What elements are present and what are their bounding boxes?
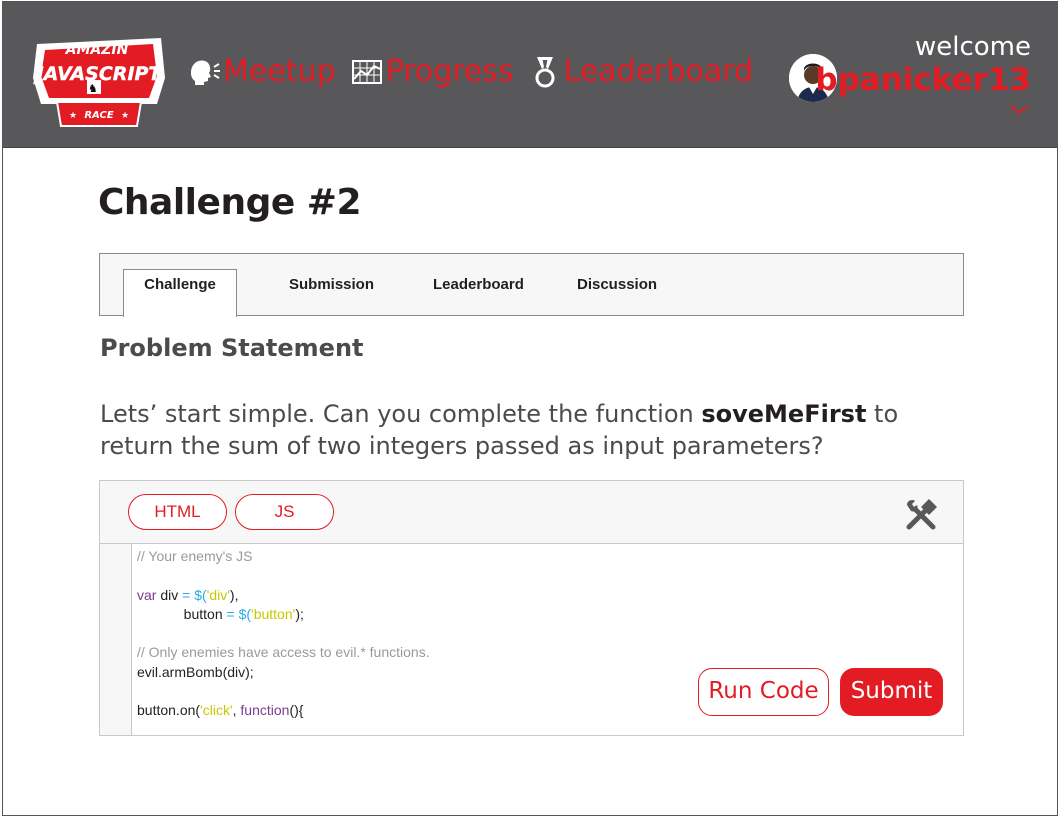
code-comment: // Only enemies have access to evil.* fu… [137,644,430,661]
nav-leaderboard-label: Leaderboard [563,54,754,89]
code-line: evil.armBomb(div); [137,663,254,680]
chart-icon [351,59,382,84]
nav-meetup-label: Meetup [223,54,336,89]
welcome-text: welcome [914,32,1031,62]
username[interactable]: bpanicker13 [815,62,1031,98]
svg-text:★: ★ [121,110,129,120]
tab-submission[interactable]: Submission [289,276,374,293]
medal-icon [535,56,555,87]
editor-toolbar: HTML JS [100,481,963,544]
top-header: AMAZIN JAVASCRIPT RACE ★ ★ ♞ Meetup Prog… [3,2,1057,148]
problem-statement-text: Lets’ start simple. Can you complete the… [100,398,960,462]
problem-text-before: Lets’ start simple. Can you complete the… [100,400,702,428]
user-block: welcome bpanicker13 [815,32,1031,98]
js-tab-button[interactable]: JS [235,494,334,530]
challenge-tabs: Challenge Submission Leaderboard Discuss… [99,253,964,317]
problem-statement-heading: Problem Statement [100,334,364,362]
code-comment: // Your enemy's JS [137,548,253,564]
amazin-javascript-race-logo[interactable]: AMAZIN JAVASCRIPT RACE ★ ★ ♞ [29,32,169,130]
tab-discussion[interactable]: Discussion [577,276,657,293]
logo-line3: RACE [84,110,113,121]
code-area[interactable]: // Your enemy's JS var div = $('div'), b… [137,547,430,721]
code-line: button.on('click', function(){ [137,702,304,719]
function-name: soveMeFirst [701,400,867,428]
nav-meetup[interactable]: Meetup [187,54,336,89]
tab-challenge[interactable]: Challenge [123,269,237,317]
speaking-head-icon [191,60,220,85]
nav-leaderboard[interactable]: Leaderboard [528,54,754,89]
tab-leaderboard[interactable]: Leaderboard [433,276,524,293]
line-gutter [100,544,132,735]
html-tab-button[interactable]: HTML [128,494,227,530]
page-title: Challenge #2 [98,182,362,223]
nav-progress-label: Progress [385,54,514,89]
app-frame: AMAZIN JAVASCRIPT RACE ★ ★ ♞ Meetup Prog… [2,1,1058,816]
svg-text:★: ★ [69,110,77,120]
code-line: button = $('button'); [137,605,304,622]
code-line: var div = $('div'), [137,586,239,603]
logo-line1: AMAZIN [65,42,129,58]
nav-progress[interactable]: Progress [350,54,514,89]
svg-text:♞: ♞ [88,83,98,95]
tools-icon[interactable] [903,497,939,533]
submit-button[interactable]: Submit [840,668,943,716]
main-nav: Meetup Progress Leaderboard [187,54,767,89]
run-code-button[interactable]: Run Code [698,668,829,716]
chevron-down-icon[interactable] [1009,104,1029,116]
code-editor: HTML JS // Your enemy's JS var div = $('… [99,480,964,736]
